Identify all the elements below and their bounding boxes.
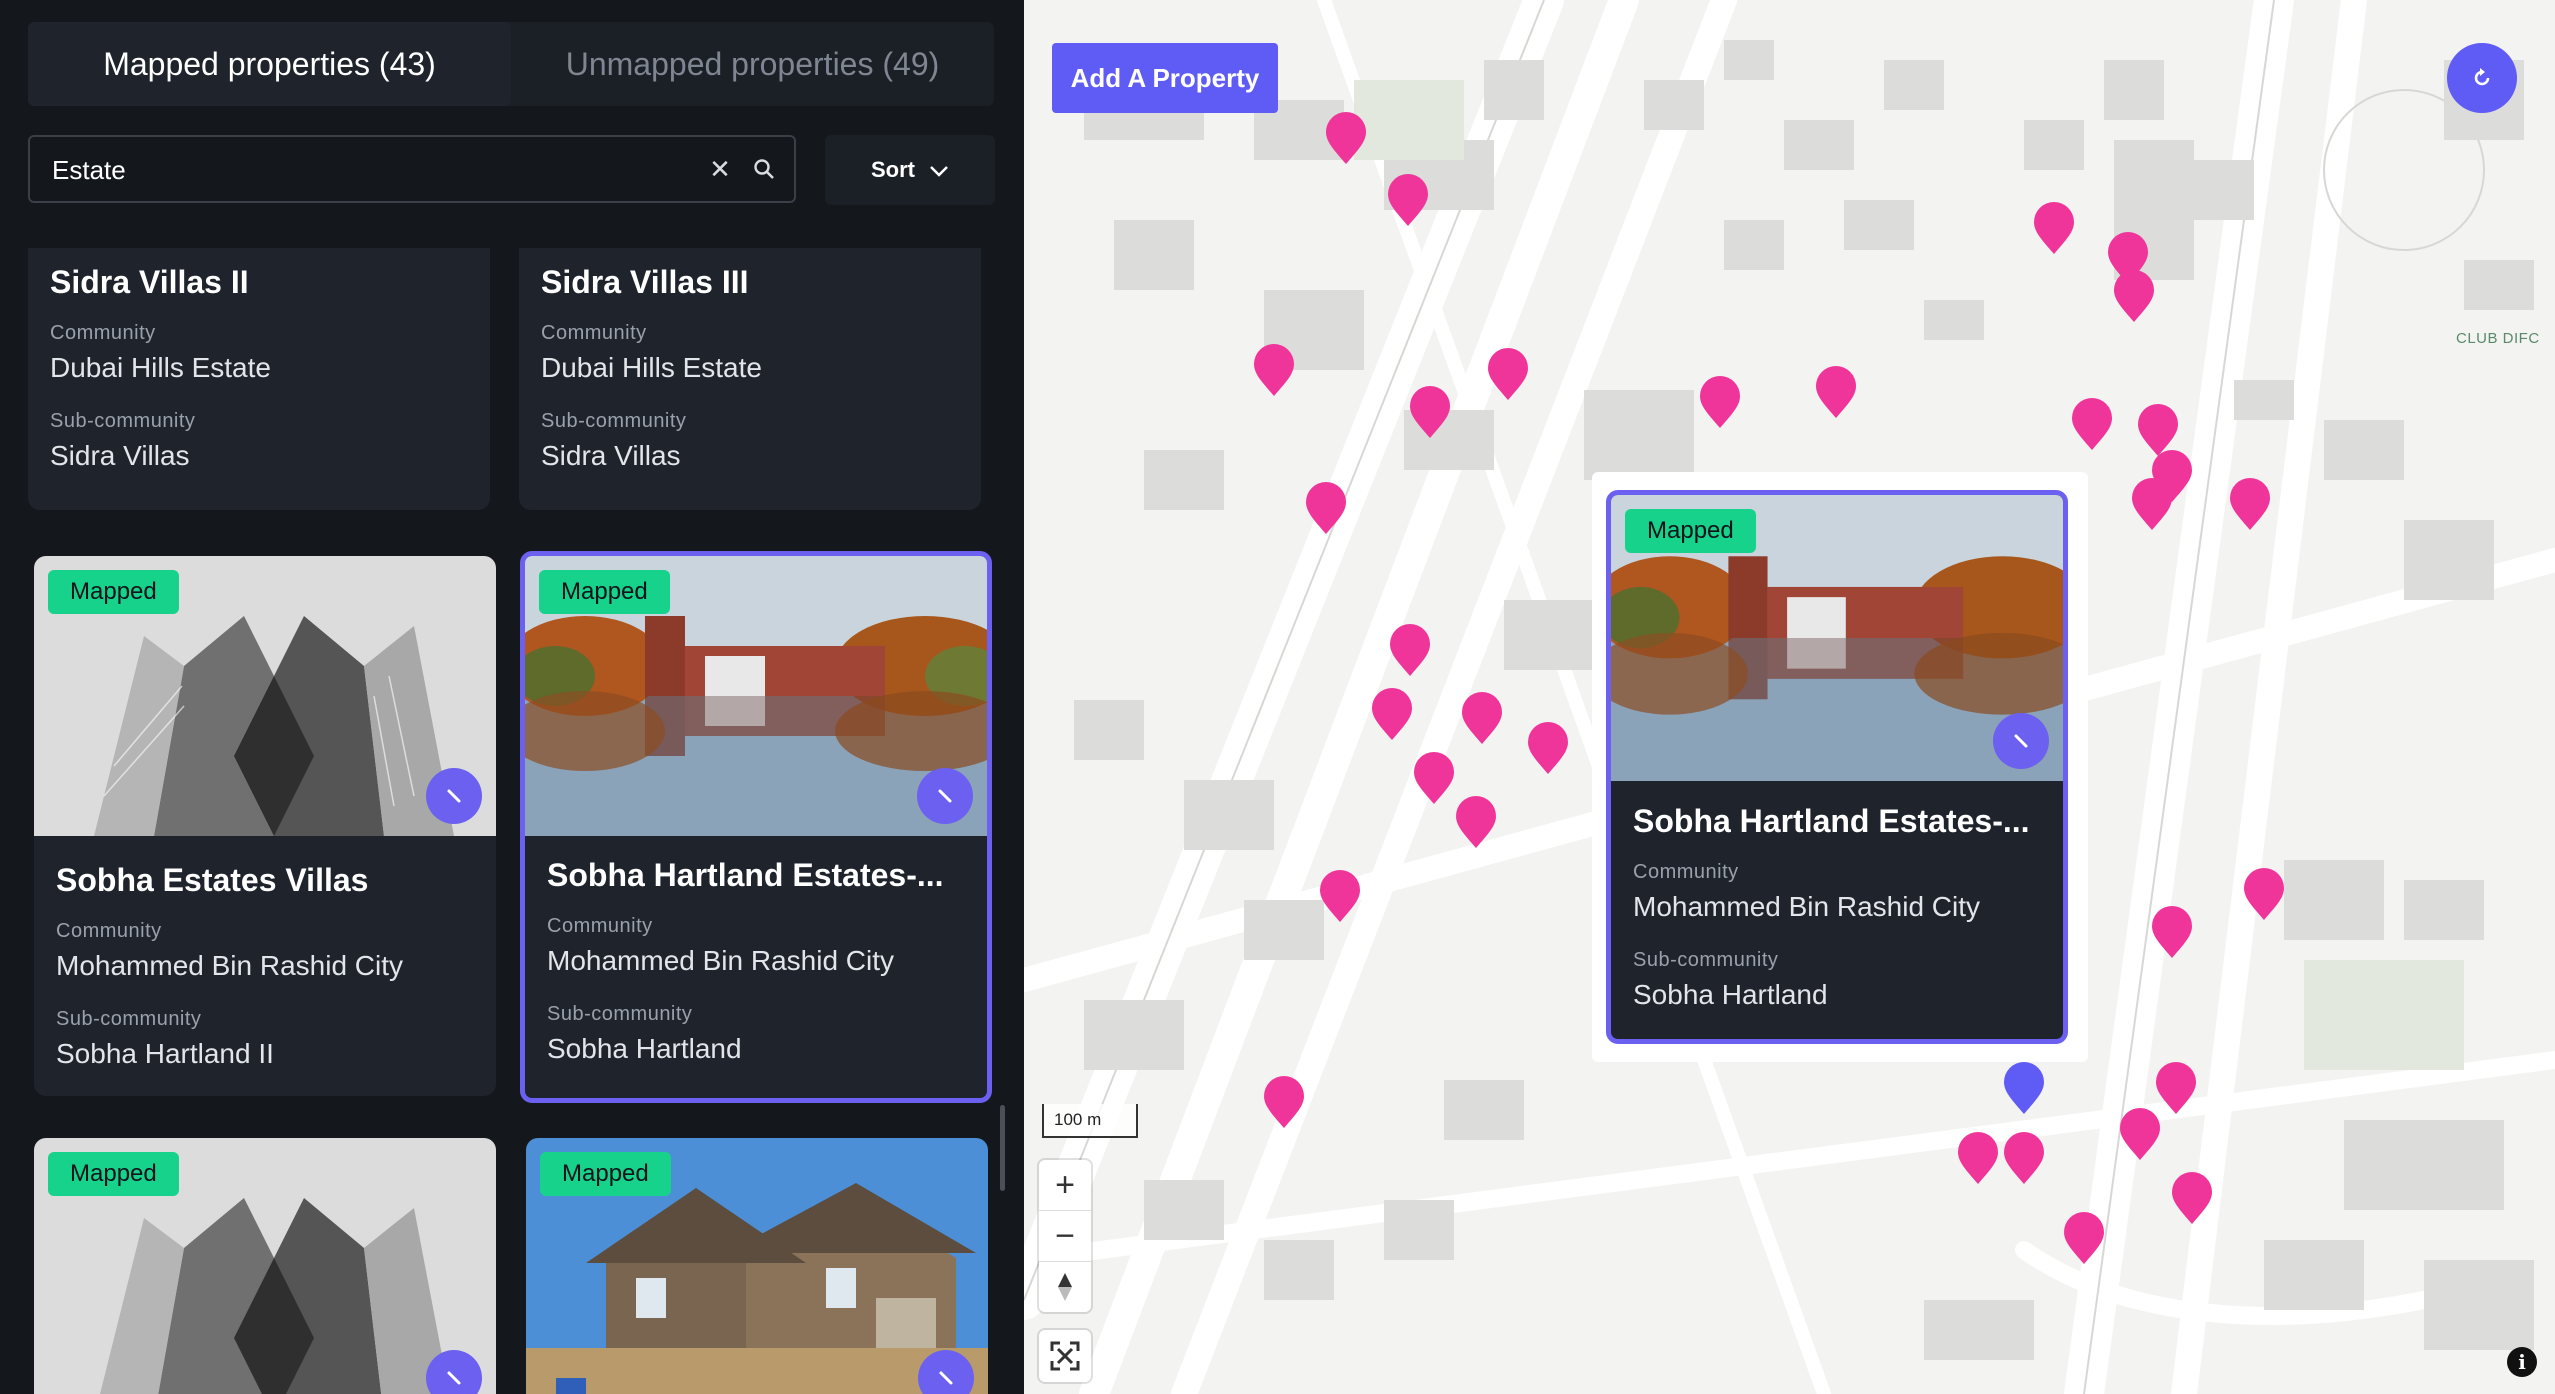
fullscreen-button[interactable] [1039,1330,1091,1382]
map-pin[interactable] [1412,750,1456,806]
subcommunity-label: Sub-community [547,1003,693,1025]
subcommunity-value: Sidra Villas [541,440,681,471]
subcommunity-label: Sub-community [541,410,687,432]
property-card-selected[interactable]: Mapped Sobha Hartland Estates-... Commun… [520,551,992,1103]
sort-label: Sort [871,157,915,182]
card-title: Sobha Hartland Estates-... [547,857,944,893]
mapped-badge: Mapped [48,570,179,614]
community-value: Mohammed Bin Rashid City [56,950,404,981]
chevron-down-icon [929,157,949,183]
map-pin[interactable] [1486,346,1530,402]
scrollbar[interactable] [1000,1105,1005,1191]
map-view[interactable]: Add A Property CLUB DIFC Mapped Sobha Ha… [1024,0,2555,1394]
community-value: Mohammed Bin Rashid City [547,945,895,976]
map-pin[interactable] [2242,866,2286,922]
map-pin[interactable] [1454,794,1498,850]
subcommunity-label: Sub-community [1633,949,1779,971]
map-pin[interactable] [1698,374,1742,430]
community-value: Mohammed Bin Rashid City [1633,891,1981,922]
property-card[interactable]: Sidra Villas II Community Dubai Hills Es… [28,248,490,510]
map-pin[interactable] [2130,476,2174,532]
search-box: ✕ [28,135,796,203]
map-pin[interactable] [1956,1130,2000,1186]
search-icon[interactable] [746,151,782,187]
subcommunity-label: Sub-community [50,410,196,432]
subcommunity-value: Sobha Hartland II [56,1038,274,1069]
map-place-label: CLUB DIFC [2456,330,2540,347]
property-card[interactable]: Mapped [34,1138,496,1394]
map-pin[interactable] [2070,396,2114,452]
tab-mapped-properties[interactable]: Mapped properties (43) [28,22,511,106]
map-pin-selected[interactable] [2002,1060,2046,1116]
properties-panel: Mapped properties (43) Unmapped properti… [0,0,1024,1394]
community-label: Community [1633,861,1739,883]
map-pin[interactable] [2112,268,2156,324]
map-pin[interactable] [1460,690,1504,746]
edit-icon[interactable] [1993,713,2049,769]
zoom-controls: + − [1039,1160,1091,1312]
map-pin[interactable] [2228,476,2272,532]
edit-icon[interactable] [426,768,482,824]
info-icon[interactable]: i [2507,1347,2537,1377]
map-pin[interactable] [1408,384,1452,440]
close-icon[interactable]: ✕ [702,151,738,187]
map-pin[interactable] [2118,1106,2162,1162]
property-card[interactable]: Mapped [526,1138,988,1394]
community-label: Community [547,915,653,937]
community-value: Dubai Hills Estate [50,352,271,383]
zoom-out-button[interactable]: − [1039,1211,1091,1262]
map-pin[interactable] [1814,364,1858,420]
community-value: Dubai Hills Estate [541,352,762,383]
property-card[interactable]: Mapped Sobha Estates Villas Community Mo… [34,556,496,1096]
card-title: Sidra Villas III [541,264,749,300]
property-popup[interactable]: Mapped Sobha Hartland Estates-... Commun… [1606,490,2068,1044]
zoom-in-button[interactable]: + [1039,1160,1091,1211]
mapped-badge: Mapped [540,1152,671,1196]
property-card[interactable]: Sidra Villas III Community Dubai Hills E… [519,248,981,510]
map-pin[interactable] [1318,868,1362,924]
search-input[interactable] [50,137,694,203]
mapped-badge: Mapped [1625,509,1756,553]
map-pin[interactable] [1304,480,1348,536]
property-grid: Sidra Villas II Community Dubai Hills Es… [28,248,994,1394]
map-pin[interactable] [1262,1074,1306,1130]
community-label: Community [541,322,647,344]
mapped-badge: Mapped [539,570,670,614]
map-pin[interactable] [1526,720,1570,776]
add-property-button[interactable]: Add A Property [1052,43,1278,113]
map-scale: 100 m [1042,1104,1138,1138]
edit-icon[interactable] [917,768,973,824]
map-pin[interactable] [1324,110,1368,166]
property-tabs: Mapped properties (43) Unmapped properti… [28,22,994,106]
map-pin[interactable] [2002,1130,2046,1186]
map-pin[interactable] [2150,904,2194,960]
compass-button[interactable] [1039,1262,1091,1312]
community-label: Community [50,322,156,344]
mapped-badge: Mapped [48,1152,179,1196]
map-pin[interactable] [1388,622,1432,678]
card-title: Sobha Estates Villas [56,862,369,898]
compass-icon [1058,1273,1072,1301]
subcommunity-label: Sub-community [56,1008,202,1030]
tab-unmapped-properties[interactable]: Unmapped properties (49) [511,22,994,106]
card-title: Sidra Villas II [50,264,249,300]
map-pin[interactable] [2062,1210,2106,1266]
community-label: Community [56,920,162,942]
sort-button[interactable]: Sort [825,135,995,205]
subcommunity-value: Sidra Villas [50,440,190,471]
map-pin[interactable] [2170,1170,2214,1226]
subcommunity-value: Sobha Hartland [547,1033,742,1064]
map-pin[interactable] [1252,342,1296,398]
subcommunity-value: Sobha Hartland [1633,979,1828,1010]
map-pin[interactable] [1386,172,1430,228]
refresh-icon[interactable] [2447,43,2517,113]
map-pin[interactable] [1370,686,1414,742]
map-pin[interactable] [2032,200,2076,256]
popup-title: Sobha Hartland Estates-... [1633,803,2030,839]
fullscreen-icon [1050,1341,1080,1371]
